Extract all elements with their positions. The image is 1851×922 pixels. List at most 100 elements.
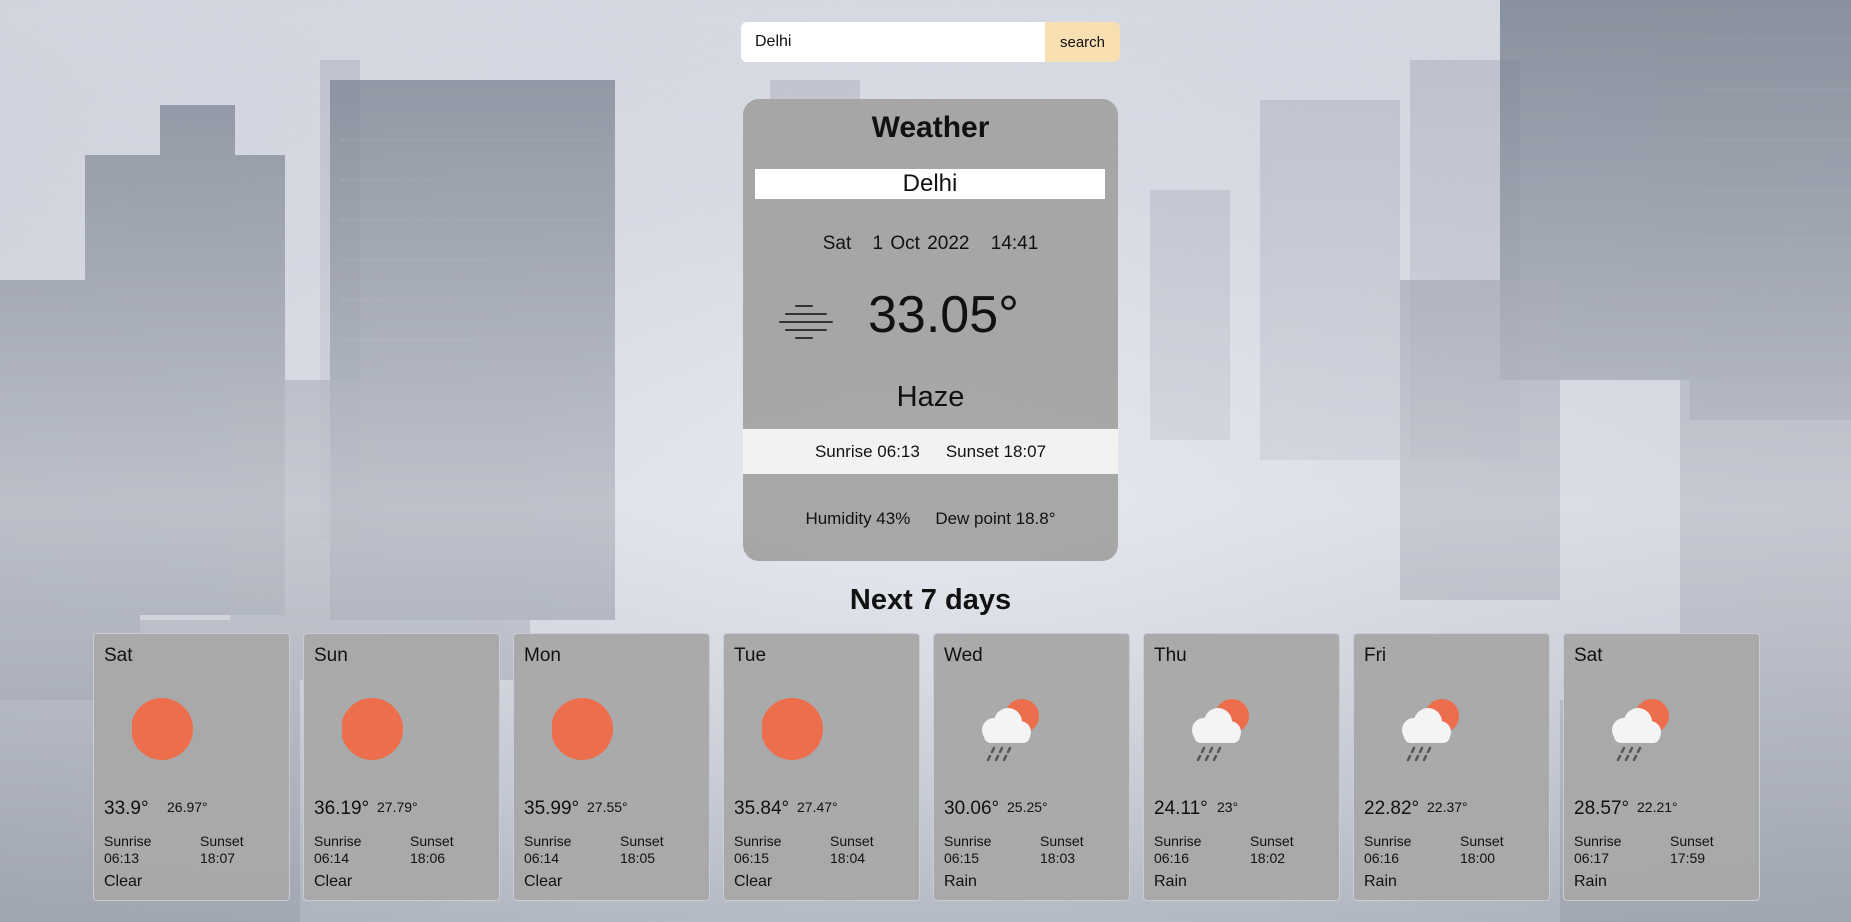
sunset-time: 17:59	[1670, 850, 1706, 866]
sun-icon	[761, 694, 842, 764]
forecast-low-temp: 26.97°	[167, 799, 208, 815]
forecast-sunrise: Sunrise 06:15	[734, 833, 781, 867]
rain-cloud-sun-icon	[972, 694, 1052, 764]
forecast-sunset: Sunset 18:06	[410, 833, 454, 867]
sunrise-label: Sunrise	[524, 833, 572, 849]
sunset-label: Sunset	[1670, 833, 1714, 849]
sun-times-strip: Sunrise 06:13 Sunset 18:07	[743, 429, 1118, 474]
sun-icon	[551, 694, 632, 764]
current-sunset: Sunset 18:07	[945, 441, 1047, 461]
sunrise-time: 06:16	[1364, 850, 1400, 866]
forecast-low-temp: 22.21°	[1637, 799, 1678, 815]
forecast-high-temp: 33.9°	[104, 798, 149, 819]
forecast-sunset: Sunset 18:02	[1250, 833, 1294, 867]
rain-cloud-sun-icon	[1602, 694, 1682, 764]
forecast-day-name: Thu	[1154, 645, 1187, 666]
sunset-time: 18:05	[620, 850, 656, 866]
forecast-day-name: Sun	[314, 645, 348, 666]
forecast-condition: Rain	[1364, 873, 1397, 890]
forecast-condition: Clear	[734, 873, 773, 890]
forecast-sunrise: Sunrise 06:14	[314, 833, 361, 867]
forecast-sunrise: Sunrise 06:16	[1364, 833, 1411, 867]
forecast-condition: Clear	[524, 873, 563, 890]
rain-cloud-sun-icon	[1182, 694, 1262, 764]
forecast-sunset: Sunset 18:04	[830, 833, 874, 867]
forecast-low-temp: 27.79°	[377, 799, 418, 815]
haze-icon	[779, 305, 833, 339]
sunset-time: 18:00	[1460, 850, 1496, 866]
forecast-day-card-1: Sat 33.9° 26.97° Sunrise 06:13 Sunset 18…	[93, 633, 290, 901]
current-day: Sat	[822, 233, 852, 254]
forecast-day-card-2: Sun 36.19° 27.79° Sunrise 06:14 Sunset 1…	[303, 633, 500, 901]
card-title: Weather	[871, 111, 990, 144]
forecast-list: Sat 33.9° 26.97° Sunrise 06:13 Sunset 18…	[93, 633, 1760, 901]
forecast-sunrise: Sunrise 06:13	[104, 833, 151, 867]
forecast-sunrise: Sunrise 06:14	[524, 833, 571, 867]
sunset-label: Sunset	[830, 833, 874, 849]
sunset-time: 18:03	[1040, 850, 1076, 866]
forecast-day-card-8: Sat 28.57° 22.21° Sunrise 06:17 Sunset 1…	[1563, 633, 1760, 901]
forecast-day-name: Wed	[944, 645, 983, 666]
forecast-sunset: Sunset 18:00	[1460, 833, 1504, 867]
city-search-input[interactable]	[741, 22, 1045, 62]
forecast-day-name: Mon	[524, 645, 561, 666]
current-temperature: 33.05°	[868, 286, 1019, 344]
sun-icon	[131, 694, 212, 764]
sunrise-label: Sunrise	[734, 833, 782, 849]
forecast-sunrise: Sunrise 06:16	[1154, 833, 1201, 867]
sunrise-time: 06:13	[104, 850, 140, 866]
sunrise-label: Sunrise	[314, 833, 362, 849]
forecast-high-temp: 30.06°	[944, 798, 1000, 819]
forecast-sunrise: Sunrise 06:15	[944, 833, 991, 867]
sunset-label: Sunset	[1460, 833, 1504, 849]
current-weather-card: Weather Delhi Sat 1 Oct 2022 14:41 33.05…	[743, 99, 1118, 561]
forecast-low-temp: 23°	[1217, 799, 1239, 815]
sunset-label: Sunset	[410, 833, 454, 849]
forecast-high-temp: 24.11°	[1154, 798, 1208, 819]
sunset-time: 18:02	[1250, 850, 1286, 866]
sunset-label: Sunset	[620, 833, 664, 849]
sunset-label: Sunset	[200, 833, 244, 849]
sunrise-label: Sunrise	[1574, 833, 1622, 849]
sunset-time: 18:04	[830, 850, 866, 866]
forecast-condition: Rain	[1574, 873, 1607, 890]
forecast-sunrise: Sunrise 06:17	[1574, 833, 1621, 867]
search-button[interactable]: search	[1045, 22, 1120, 62]
forecast-sunset: Sunset 18:03	[1040, 833, 1084, 867]
forecast-day-card-5: Wed 30.06° 25.25° Sunrise 06:15 Sunset 1…	[933, 633, 1130, 901]
forecast-day-card-3: Mon 35.99° 27.55° Sunrise 06:14 Sunset 1…	[513, 633, 710, 901]
search-bar: search	[741, 22, 1120, 62]
forecast-condition: Rain	[1154, 873, 1187, 890]
forecast-heading: Next 7 days	[849, 584, 1012, 616]
sunrise-time: 06:16	[1154, 850, 1190, 866]
sunrise-time: 06:14	[524, 850, 560, 866]
forecast-high-temp: 22.82°	[1364, 798, 1420, 819]
sunrise-label: Sunrise	[104, 833, 152, 849]
sunset-time: 18:06	[410, 850, 446, 866]
sunset-time: 18:07	[200, 850, 236, 866]
sunset-label: Sunset	[1250, 833, 1294, 849]
forecast-low-temp: 22.37°	[1427, 799, 1468, 815]
current-dew-point: Dew point 18.8°	[935, 509, 1056, 528]
forecast-high-temp: 35.84°	[734, 798, 790, 819]
sunrise-time: 06:17	[1574, 850, 1610, 866]
forecast-day-name: Sat	[1574, 645, 1603, 666]
sun-icon	[341, 694, 422, 764]
forecast-sunset: Sunset 18:07	[200, 833, 244, 867]
forecast-day-name: Fri	[1364, 645, 1387, 666]
forecast-day-card-7: Fri 22.82° 22.37° Sunrise 06:16 Sunset 1…	[1353, 633, 1550, 901]
forecast-high-temp: 35.99°	[524, 798, 580, 819]
forecast-condition: Rain	[944, 873, 977, 890]
forecast-day-name: Tue	[734, 645, 767, 666]
sunrise-label: Sunrise	[944, 833, 992, 849]
sunrise-label: Sunrise	[1364, 833, 1412, 849]
current-humidity: Humidity 43%	[805, 509, 911, 528]
current-sunrise: Sunrise 06:13	[814, 441, 920, 461]
current-time: 14:41	[990, 233, 1039, 254]
forecast-day-name: Sat	[104, 645, 133, 666]
rain-cloud-sun-icon	[1392, 694, 1472, 764]
sunset-label: Sunset	[1040, 833, 1084, 849]
forecast-high-temp: 36.19°	[314, 798, 370, 819]
current-condition: Haze	[896, 381, 965, 413]
forecast-high-temp: 28.57°	[1574, 798, 1630, 819]
